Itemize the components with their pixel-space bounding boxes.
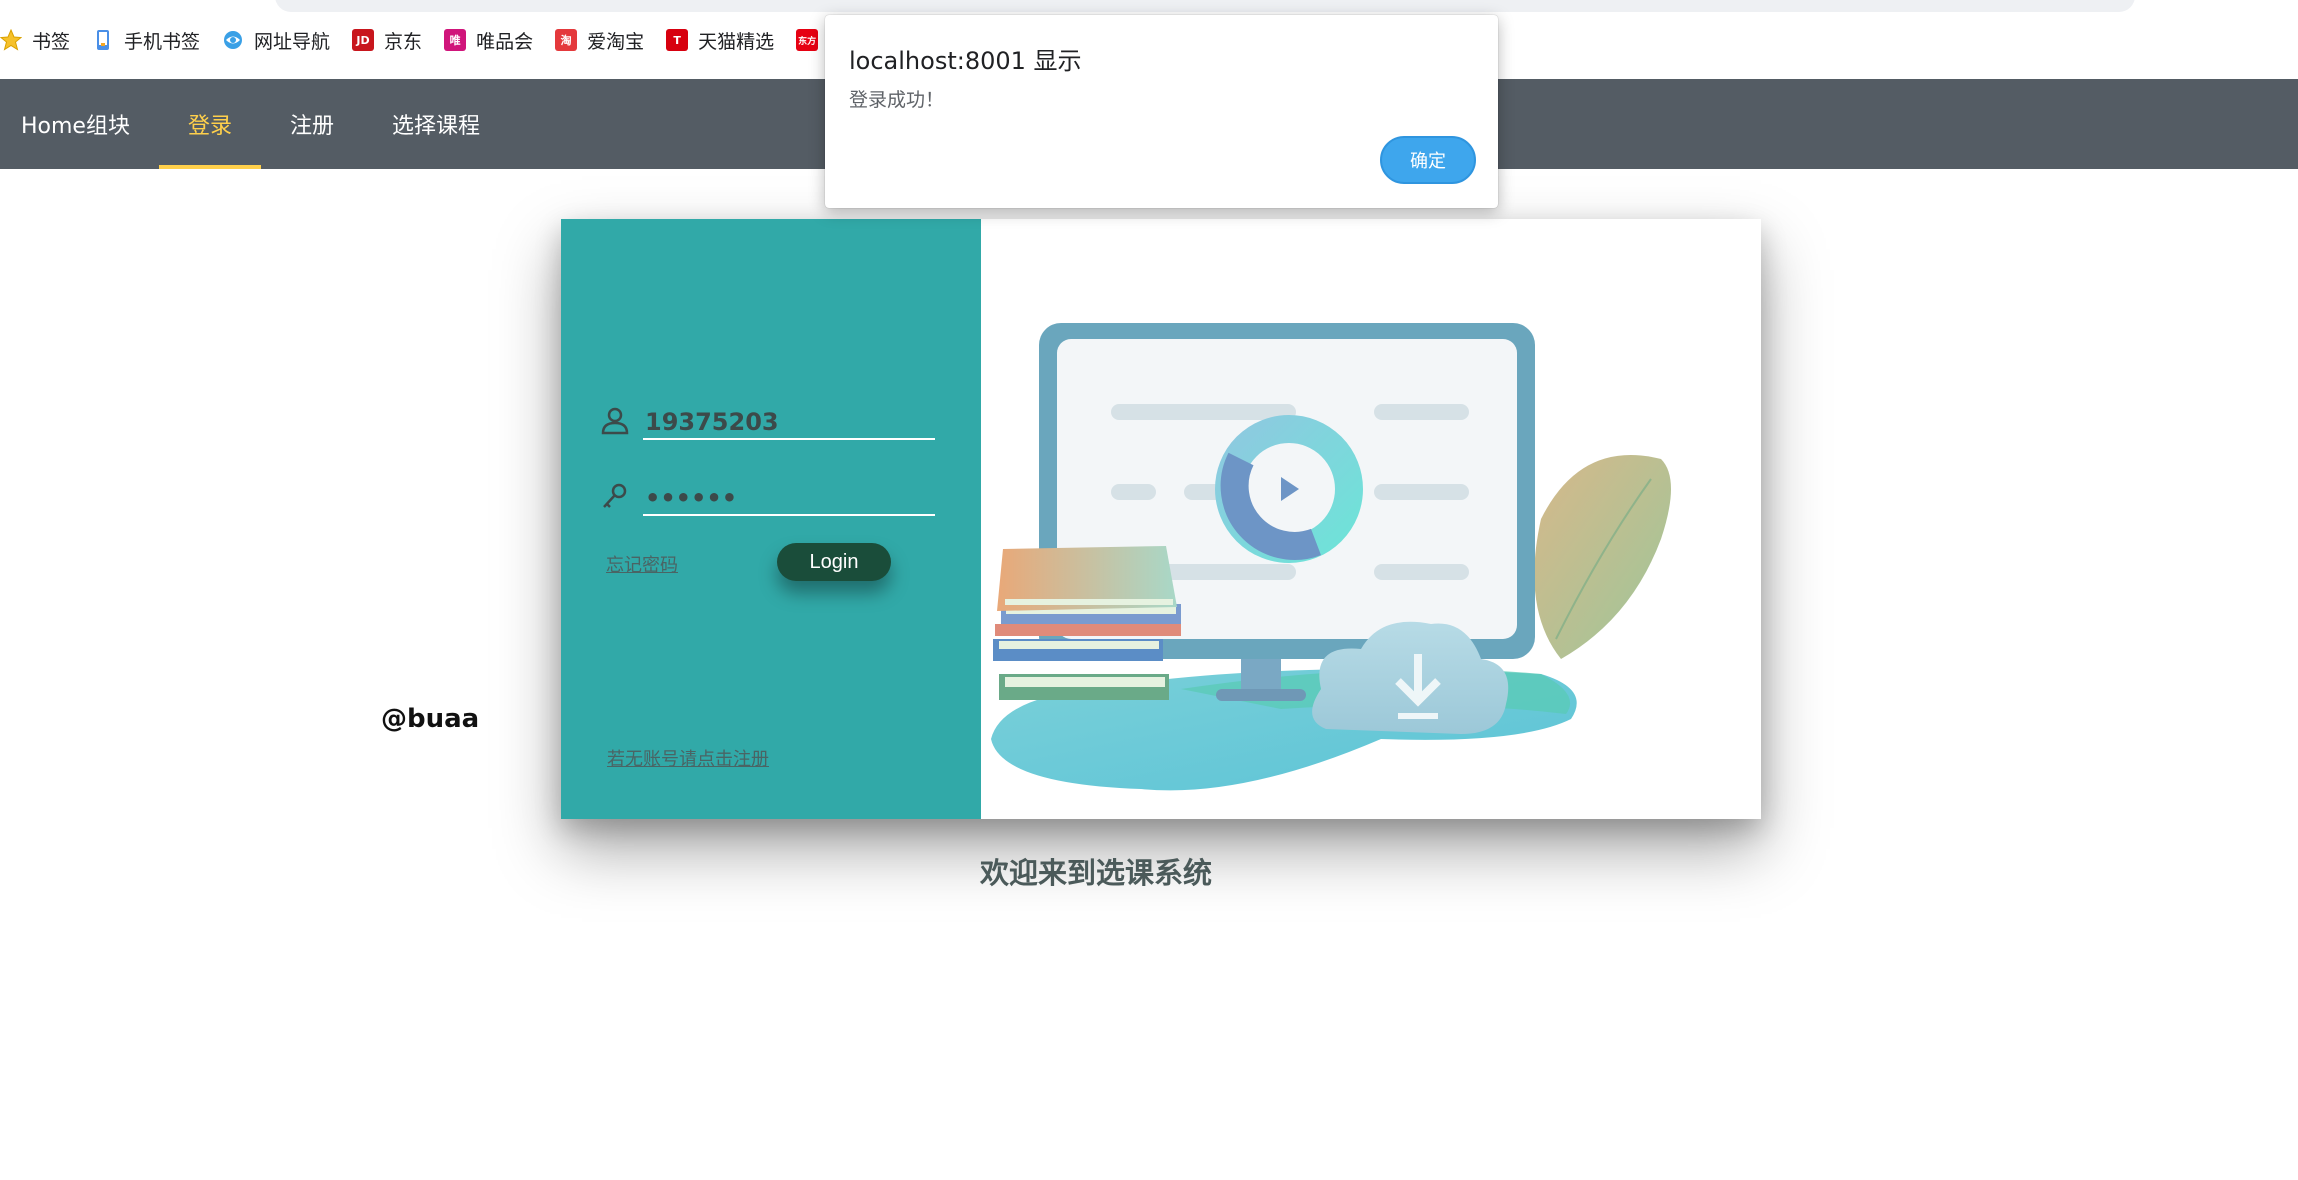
computer-illustration (991, 323, 1671, 791)
forgot-password-link[interactable]: 忘记密码 (606, 551, 678, 577)
buaa-label: @buaa (381, 704, 480, 734)
bookmark-item[interactable]: 淘 爱淘宝 (555, 27, 644, 54)
phone-icon (92, 29, 114, 51)
illustration-panel (981, 219, 1761, 819)
browser-chrome (0, 0, 2298, 14)
login-button[interactable]: Login (777, 543, 891, 581)
bookmark-label: 唯品会 (476, 30, 534, 53)
password-underline (643, 514, 935, 516)
bookmark-item[interactable]: 唯 唯品会 (444, 27, 533, 54)
password-field[interactable]: •••••• (599, 472, 935, 516)
address-bar[interactable] (275, 0, 2135, 12)
dongfang-icon: 东方 (796, 29, 819, 51)
key-icon (599, 480, 631, 512)
login-card: 19375203 •••••• 忘记密码 Login 若无账号请点击注册 (561, 219, 1761, 819)
nav-icon (222, 29, 244, 51)
bookmark-label: 书签 (32, 30, 71, 53)
nav-select-course[interactable]: 选择课程 (363, 79, 509, 169)
welcome-text: 欢迎来到选课系统 (980, 856, 1213, 890)
bookmark-item[interactable]: 书签 (0, 27, 70, 54)
tmall-icon: T (666, 29, 689, 51)
nav-register[interactable]: 注册 (261, 79, 363, 169)
bookmark-item[interactable]: 网址导航 (222, 27, 330, 54)
bookmark-label: 网址导航 (254, 30, 331, 53)
taobao-icon: 淘 (555, 29, 578, 51)
nav-home[interactable]: Home组块 (0, 79, 159, 169)
bookmark-label: 京东 (384, 30, 423, 53)
password-value: •••••• (645, 484, 738, 512)
dialog-message: 登录成功！ (849, 89, 945, 111)
dialog-title: localhost:8001 显示 (849, 47, 1082, 75)
nav-login[interactable]: 登录 (158, 79, 262, 169)
vip-icon: 唯 (444, 29, 467, 51)
bookmark-item[interactable]: JD 京东 (352, 27, 422, 54)
login-panel: 19375203 •••••• 忘记密码 Login 若无账号请点击注册 (561, 219, 981, 819)
star-icon (0, 29, 22, 51)
username-field[interactable]: 19375203 (599, 396, 935, 440)
username-value: 19375203 (645, 408, 779, 436)
alert-dialog: localhost:8001 显示 登录成功！ 确定 (825, 15, 1498, 208)
bookmark-item[interactable]: 手机书签 (92, 27, 200, 54)
jd-icon: JD (352, 29, 375, 51)
dialog-ok-button[interactable]: 确定 (1380, 136, 1476, 184)
bookmark-label: 手机书签 (124, 30, 201, 53)
bookmark-label: 天猫精选 (698, 30, 775, 53)
bookmark-item[interactable]: T 天猫精选 (666, 27, 774, 54)
user-icon (599, 404, 631, 436)
bookmark-item[interactable]: 东方 (796, 29, 828, 51)
register-link[interactable]: 若无账号请点击注册 (607, 745, 769, 771)
bookmark-label: 爱淘宝 (587, 30, 645, 53)
username-underline (643, 438, 935, 440)
